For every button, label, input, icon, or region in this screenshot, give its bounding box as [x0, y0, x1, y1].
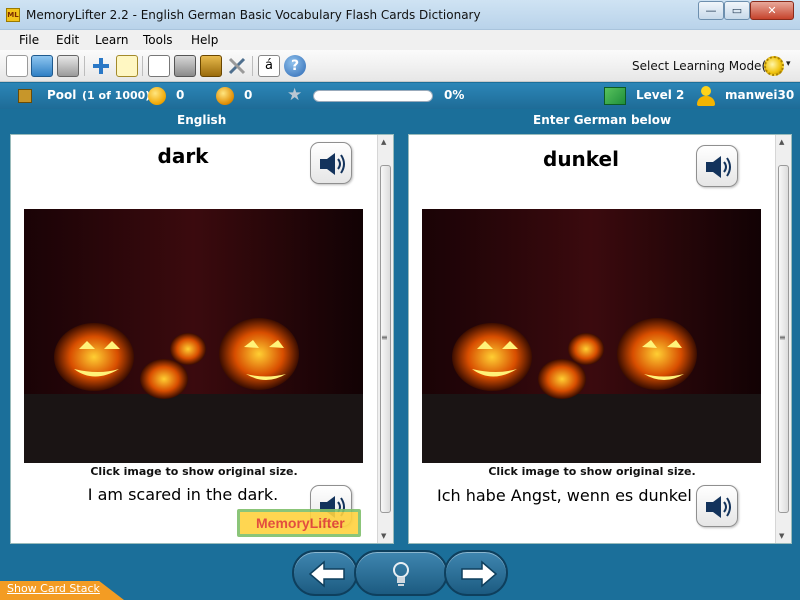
toolbar-separator [84, 56, 85, 76]
answer-card-panel: dunkel Click image to show original size… [408, 134, 792, 544]
question-card-image[interactable] [24, 209, 363, 463]
toolbar-separator [252, 56, 253, 76]
help-icon[interactable]: ? [284, 55, 306, 77]
answer-card-image[interactable] [422, 209, 761, 463]
app-icon: ML [6, 8, 20, 22]
pool-count: (1 of 1000) [82, 89, 151, 102]
edit-icon[interactable] [116, 55, 138, 77]
arrow-right-icon [461, 560, 498, 588]
menu-edit[interactable]: Edit [56, 33, 79, 47]
maximize-button[interactable]: ▭ [724, 1, 750, 20]
memorylifter-logo: MemoryLifter [237, 509, 361, 537]
learning-mode-gear-icon[interactable] [764, 56, 784, 76]
answer-example-sentence: Ich habe Angst, wenn es dunkel ist. [436, 486, 721, 505]
level-box-icon [604, 87, 626, 105]
lightbulb-icon [393, 562, 409, 586]
speaker-icon [320, 153, 345, 175]
question-word: dark [157, 144, 209, 168]
progress-bar [313, 90, 433, 102]
answer-side-header: Enter German below [533, 113, 672, 127]
print-icon[interactable] [57, 55, 79, 77]
user-name: manwei30 [725, 88, 795, 102]
menu-tools[interactable]: Tools [143, 33, 173, 47]
previous-card-button[interactable] [292, 550, 358, 596]
menu-learn[interactable]: Learn [95, 33, 129, 47]
chevron-down-icon[interactable]: ▾ [786, 59, 791, 69]
scroll-up-icon[interactable]: ▲ [779, 138, 784, 146]
level-label: Level 2 [636, 88, 685, 102]
question-example-sentence: I am scared in the dark. [87, 485, 279, 504]
open-icon[interactable] [31, 55, 53, 77]
speaker-icon [706, 496, 731, 518]
window-title: MemoryLifter 2.2 - English German Basic … [26, 8, 481, 22]
happy-face-icon [148, 87, 166, 105]
arrow-left-icon [308, 560, 345, 588]
correct-count: 0 [176, 88, 185, 102]
question-panel-scrollbar[interactable]: ▲ ≡ ▼ [377, 135, 393, 543]
answer-image-hint: Click image to show original size. [488, 465, 696, 478]
new-icon[interactable] [6, 55, 28, 77]
show-card-stack-link[interactable]: Show Card Stack [7, 582, 100, 595]
toolbar: á ? Select Learning Mode(s) ▾ [0, 50, 800, 82]
wrong-count: 0 [244, 88, 253, 102]
menu-help[interactable]: Help [191, 33, 218, 47]
grip-icon: ≡ [381, 333, 388, 342]
question-card-panel: dark Click image to show original size. … [10, 134, 394, 544]
learning-mode-label[interactable]: Select Learning Mode(s) [632, 59, 777, 73]
menu-file[interactable]: File [19, 33, 39, 47]
status-bar: Pool (1 of 1000) 0 0 ★ 0% Level 2 manwei… [0, 83, 800, 109]
title-bar: ML MemoryLifter 2.2 - English German Bas… [0, 0, 800, 30]
tools-icon[interactable] [226, 55, 248, 77]
question-side-header: English [177, 113, 227, 127]
play-answer-audio-button[interactable] [696, 145, 738, 187]
answer-panel-scrollbar[interactable]: ▲ ≡ ▼ [775, 135, 791, 543]
presentation-icon[interactable] [148, 55, 170, 77]
font-icon[interactable]: á [258, 55, 280, 77]
user-icon [697, 86, 715, 106]
star-icon: ★ [287, 85, 303, 105]
scroll-down-icon[interactable]: ▼ [381, 532, 386, 540]
show-hint-button[interactable] [354, 550, 448, 596]
pumpkins-image [422, 209, 761, 463]
toolbar-separator [142, 56, 143, 76]
play-question-audio-button[interactable] [310, 142, 352, 184]
scroll-down-icon[interactable]: ▼ [779, 532, 784, 540]
pumpkins-image [24, 209, 363, 463]
add-icon[interactable] [90, 55, 112, 77]
pool-box-icon [18, 89, 32, 103]
pool-label: Pool [47, 88, 77, 102]
menu-bar: File Edit Learn Tools Help [0, 30, 800, 50]
settings-icon[interactable] [174, 55, 196, 77]
grip-icon: ≡ [779, 333, 786, 342]
scroll-up-icon[interactable]: ▲ [381, 138, 386, 146]
sad-face-icon [216, 87, 234, 105]
minimize-button[interactable]: — [698, 1, 724, 20]
archive-icon[interactable] [200, 55, 222, 77]
play-answer-example-audio-button[interactable] [696, 485, 738, 527]
close-button[interactable]: ✕ [750, 1, 794, 20]
next-card-button[interactable] [444, 550, 508, 596]
progress-percent: 0% [444, 88, 465, 102]
speaker-icon [706, 156, 731, 178]
question-image-hint: Click image to show original size. [90, 465, 298, 478]
